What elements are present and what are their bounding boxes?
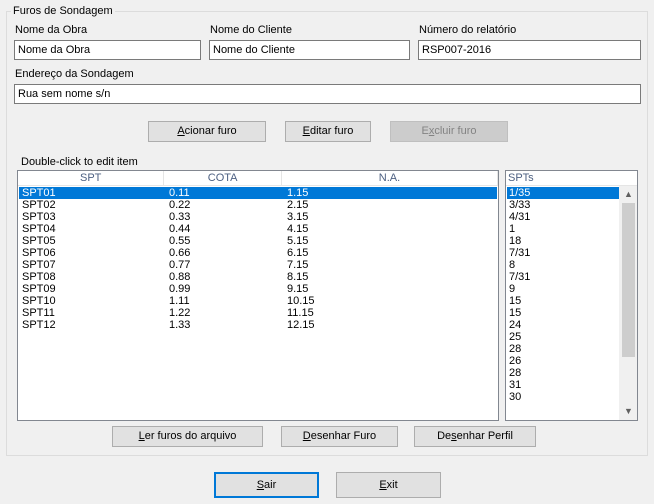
- list-item[interactable]: 1: [507, 223, 621, 235]
- table-cell: 5.15: [287, 235, 309, 247]
- list-item[interactable]: 4/31: [507, 211, 621, 223]
- table-cell: 10.15: [287, 295, 315, 307]
- table-cell: 0.99: [169, 283, 191, 295]
- list-item[interactable]: 24: [507, 319, 621, 331]
- table-cell: 0.11: [169, 187, 190, 199]
- table-cell: 8.15: [287, 271, 309, 283]
- table-cell: 0.77: [169, 259, 191, 271]
- table-cell: 1.11: [169, 295, 190, 307]
- table-cell: 0.44: [169, 223, 191, 235]
- table-cell: 0.22: [169, 199, 191, 211]
- desenhar-perfil-button[interactable]: Desenhar Perfil: [414, 426, 536, 447]
- list-item[interactable]: 1/35: [507, 187, 621, 199]
- table-cell: SPT01: [22, 187, 56, 199]
- table-cell: 0.33: [169, 211, 191, 223]
- excluir-furo-button[interactable]: Excluir furo: [390, 121, 508, 142]
- furos-listview[interactable]: SPT COTA N.A. SPT01 0.11 1.15 SPT02 0.22 2.15…: [17, 170, 499, 421]
- endereco-input[interactable]: Rua sem nome s/n: [14, 84, 641, 104]
- table-cell: 2.15: [287, 199, 309, 211]
- desenhar-furo-button[interactable]: Desenhar Furo: [281, 426, 398, 447]
- list-item[interactable]: 28: [507, 367, 621, 379]
- table-cell: 0.55: [169, 235, 191, 247]
- table-row[interactable]: SPT08 0.88 8.15: [19, 271, 497, 283]
- table-cell: SPT08: [22, 271, 56, 283]
- list-item[interactable]: 28: [507, 343, 621, 355]
- list-item[interactable]: 15: [507, 295, 621, 307]
- table-cell: SPT02: [22, 199, 56, 211]
- column-header-spt[interactable]: SPT: [18, 171, 165, 186]
- table-cell: SPT11: [22, 307, 55, 319]
- spts-scrollbar[interactable]: ▲ ▼: [619, 186, 637, 420]
- table-cell: 7.15: [287, 259, 309, 271]
- table-cell: SPT05: [22, 235, 56, 247]
- nome-cliente-label: Nome do Cliente: [210, 24, 292, 36]
- list-item[interactable]: 7/31: [507, 271, 621, 283]
- table-row[interactable]: SPT01 0.11 1.15: [19, 187, 497, 199]
- ler-furos-arquivo-button[interactable]: Ler furos do arquivo: [112, 426, 263, 447]
- sair-button[interactable]: Sair: [214, 472, 319, 498]
- list-item[interactable]: 3/33: [507, 199, 621, 211]
- table-row[interactable]: SPT12 1.33 12.15: [19, 319, 497, 331]
- table-cell: SPT07: [22, 259, 56, 271]
- table-cell: 1.33: [169, 319, 191, 331]
- table-row[interactable]: SPT07 0.77 7.15: [19, 259, 497, 271]
- numero-relatorio-input[interactable]: RSP007-2016: [418, 40, 641, 60]
- table-cell: 11.15: [287, 307, 314, 319]
- table-cell: SPT03: [22, 211, 56, 223]
- table-cell: 12.15: [287, 319, 315, 331]
- list-item[interactable]: 7/31: [507, 247, 621, 259]
- nome-obra-input[interactable]: Nome da Obra: [14, 40, 201, 60]
- table-cell: 0.88: [169, 271, 191, 283]
- table-cell: 9.15: [287, 283, 309, 295]
- table-cell: 1.15: [287, 187, 309, 199]
- nome-obra-label: Nome da Obra: [15, 24, 88, 36]
- table-row[interactable]: SPT10 1.11 10.15: [19, 295, 497, 307]
- table-cell: 0.66: [169, 247, 191, 259]
- list-item[interactable]: 15: [507, 307, 621, 319]
- table-cell: SPT06: [22, 247, 56, 259]
- spts-header: SPTs: [506, 171, 637, 186]
- scroll-thumb[interactable]: [622, 203, 635, 357]
- table-cell: SPT09: [22, 283, 56, 295]
- table-row[interactable]: SPT06 0.66 6.15: [19, 247, 497, 259]
- listview-header: SPT COTA N.A.: [18, 171, 498, 186]
- table-cell: 1.22: [169, 307, 191, 319]
- table-row[interactable]: SPT03 0.33 3.15: [19, 211, 497, 223]
- endereco-label: Endereço da Sondagem: [15, 68, 134, 80]
- column-header-cota[interactable]: COTA: [164, 171, 282, 186]
- edit-hint-label: Double-click to edit item: [21, 156, 138, 168]
- list-item[interactable]: 31: [507, 379, 621, 391]
- table-cell: SPT10: [22, 295, 56, 307]
- table-row[interactable]: SPT11 1.22 11.15: [19, 307, 497, 319]
- table-cell: 3.15: [287, 211, 309, 223]
- column-header-na[interactable]: N.A.: [281, 171, 498, 186]
- table-cell: 6.15: [287, 247, 309, 259]
- table-row[interactable]: SPT02 0.22 2.15: [19, 199, 497, 211]
- scroll-down-icon[interactable]: ▼: [620, 403, 637, 420]
- list-item[interactable]: 9: [507, 283, 621, 295]
- nome-cliente-input[interactable]: Nome do Cliente: [209, 40, 410, 60]
- table-cell: 4.15: [287, 223, 309, 235]
- adicionar-furo-button[interactable]: Acionar furo: [148, 121, 266, 142]
- table-row[interactable]: SPT05 0.55 5.15: [19, 235, 497, 247]
- scroll-up-icon[interactable]: ▲: [620, 186, 637, 203]
- table-cell: SPT04: [22, 223, 56, 235]
- list-item[interactable]: 26: [507, 355, 621, 367]
- table-row[interactable]: SPT09 0.99 9.15: [19, 283, 497, 295]
- editar-furo-button[interactable]: Editar furo: [285, 121, 371, 142]
- list-item[interactable]: 30: [507, 391, 621, 403]
- group-title: Furos de Sondagem: [11, 4, 115, 18]
- exit-button[interactable]: Exit: [336, 472, 441, 498]
- list-item[interactable]: 18: [507, 235, 621, 247]
- table-cell: SPT12: [22, 319, 56, 331]
- list-item[interactable]: 25: [507, 331, 621, 343]
- list-item[interactable]: 8: [507, 259, 621, 271]
- spts-listbox[interactable]: SPTs 1/35 3/33 4/31 1 18 7/31 8 7/31 9 15 15 24 25 28…: [505, 170, 638, 421]
- table-row[interactable]: SPT04 0.44 4.15: [19, 223, 497, 235]
- numero-relatorio-label: Número do relatório: [419, 24, 517, 36]
